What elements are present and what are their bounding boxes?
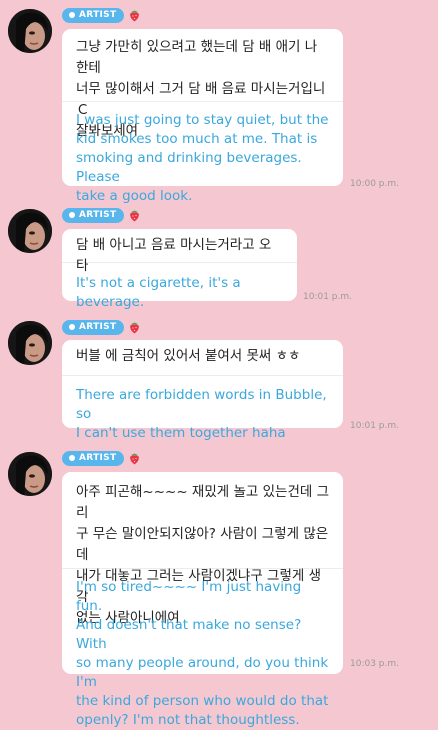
avatar[interactable]	[8, 321, 52, 365]
message-bubble: 아주 피곤해~~~~ 재밌게 놀고 있는건데 그리 구 무슨 말이안되지않아? …	[62, 472, 343, 728]
avatar[interactable]	[8, 9, 52, 53]
strawberry-icon	[130, 210, 140, 221]
artist-badge: ARTIST	[62, 319, 125, 335]
message-time: 10:03 p.m.	[350, 659, 399, 669]
original-text: 그냥 가만히 있으려고 했는데 담 배 애기 나한테 너무 많이해서 그거 담 …	[76, 39, 326, 139]
translation-text: I'm so tired~~~~ I'm just having fun. An…	[76, 579, 329, 728]
artist-badge: ARTIST	[62, 207, 125, 223]
strawberry-icon	[130, 10, 140, 21]
message-bubble: 그냥 가만히 있으려고 했는데 담 배 애기 나한테 너무 많이해서 그거 담 …	[62, 29, 343, 204]
strawberry-icon	[130, 322, 140, 333]
original-text: 담 배 아니고 음료 마시는거라고 오타	[76, 237, 272, 274]
message-time: 10:01 p.m.	[350, 421, 399, 431]
artist-badge: ARTIST	[62, 450, 125, 466]
message-time: 10:01 p.m.	[303, 292, 352, 302]
message-bubble: 담 배 아니고 음료 마시는거라고 오타 It's not a cigarett…	[62, 229, 297, 310]
artist-badge: ARTIST	[62, 7, 125, 23]
original-text: 아주 피곤해~~~~ 재밌게 놀고 있는건데 그리 구 무슨 말이안되지않아? …	[76, 484, 330, 626]
message-time: 10:00 p.m.	[350, 179, 399, 189]
avatar[interactable]	[8, 452, 52, 496]
avatar[interactable]	[8, 209, 52, 253]
message-bubble: 버블 에 금칙어 있어서 붙여서 못써 ㅎㅎ There are forbidd…	[62, 340, 343, 441]
translation-text: I was just going to stay quiet, but the …	[76, 112, 329, 204]
strawberry-icon	[130, 453, 140, 464]
translation-text: There are forbidden words in Bubble, so …	[76, 387, 327, 441]
original-text: 버블 에 금칙어 있어서 붙여서 못써 ㅎㅎ	[76, 348, 301, 364]
translation-text: It's not a cigarette, it's a beverage.	[76, 275, 241, 310]
